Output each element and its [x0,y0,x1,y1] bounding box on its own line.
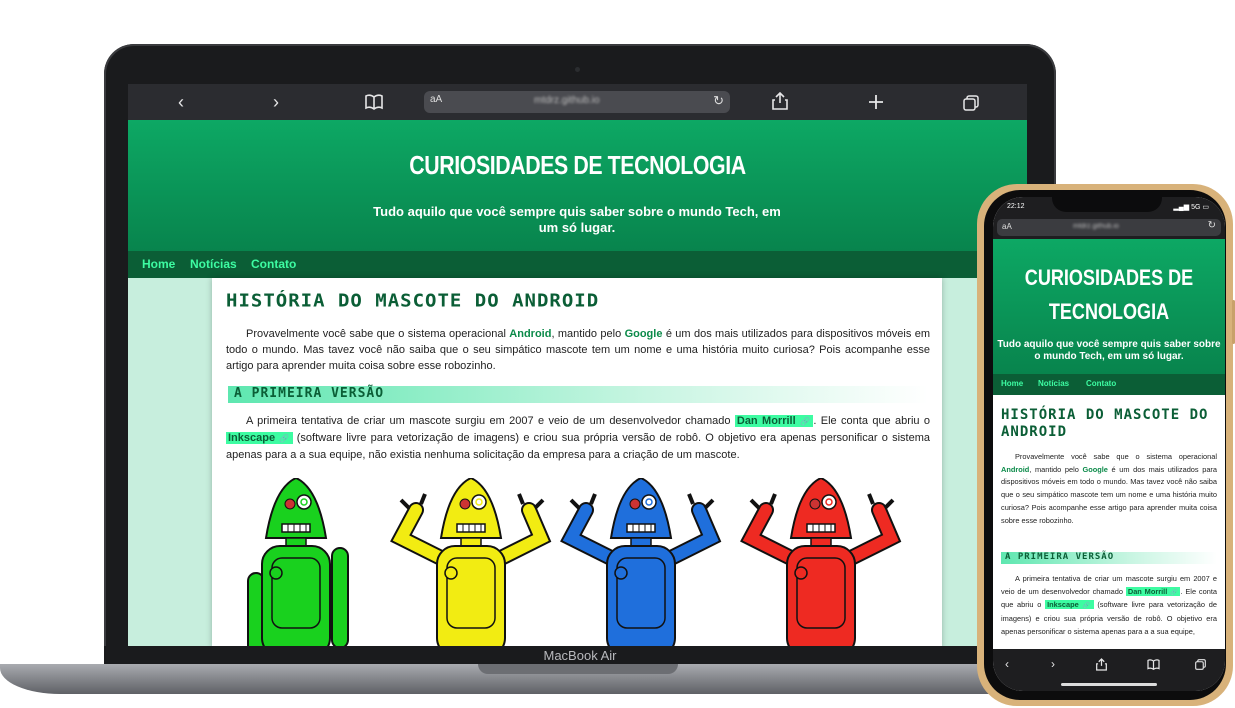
macbook-label: MacBook Air [543,648,617,663]
phone-address-toolbar: aA mtdrz.github.io ↻ [993,217,1225,239]
address-bar[interactable]: aA mtdrz.github.io ↻ [424,91,730,113]
inkscape-link[interactable]: Inkscape 🔗 [226,432,293,444]
phone-notch [1052,190,1162,212]
macbook-notch [478,664,678,674]
site-title: CURIOSIDADES DE TECNOLOGIA [409,150,746,180]
robot-1 [247,478,349,646]
phone-article-intro: Provavelmente você sabe que o sistema op… [1001,452,1218,525]
phone-browser-toolbar: ‹ › [993,649,1225,691]
home-indicator [1061,683,1157,686]
nav-home[interactable]: Home [142,257,175,271]
robot-4 [740,478,902,646]
section-paragraph: A primeira tentativa de criar um mascote… [226,415,931,461]
phone-book-icon[interactable] [1147,659,1160,673]
macbook-chin: MacBook Air [104,646,1056,666]
phone-share-icon[interactable] [1096,658,1107,674]
phone-address-bar[interactable]: aA mtdrz.github.io ↻ [997,219,1221,236]
phone-nav-noticias[interactable]: Notícias [1038,379,1069,388]
link-icon: 🔗 [1082,603,1092,610]
phone-site-nav: Home Notícias Contato [993,374,1225,395]
site-header: CURIOSIDADES DE TECNOLOGIA Tudo aquilo q… [128,120,1027,251]
tabs-icon[interactable] [963,93,979,117]
phone-site-title: CURIOSIDADES DE TECNOLOGIA [1024,265,1194,324]
dan-morrill-link[interactable]: Dan Morrill 🔗 [734,415,814,427]
android-link[interactable]: Android [509,328,551,340]
camera-dot [575,67,580,72]
robot-2 [390,478,552,646]
phone-dan-morrill-link[interactable]: Dan Morrill 🔗 [1125,586,1181,596]
url-text: mtdrz.github.io [534,95,600,106]
browser-toolbar: ‹ › aA mtdrz.github.io ↻ [128,84,1027,120]
article: HISTÓRIA DO MASCOTE DO ANDROID Provavelm… [212,278,942,646]
text-size-button[interactable]: aA [430,94,442,105]
link-icon: 🔗 [1170,589,1179,596]
section-heading: A PRIMEIRA VERSÃO [228,386,928,403]
book-icon[interactable] [365,92,383,116]
phone-forward-icon[interactable]: › [1051,657,1055,671]
phone-back-icon[interactable]: ‹ [1005,657,1009,671]
link-icon: 🔗 [279,434,291,443]
phone-tabs-icon[interactable] [1195,659,1206,673]
phone-time: 22:12 [1007,203,1025,210]
phone-site-subtitle: Tudo aquilo que você sempre quis saber s… [997,339,1221,362]
phone-android-link[interactable]: Android [1001,465,1029,474]
phone-reload-icon[interactable]: ↻ [1208,220,1216,231]
phone-text-size-button[interactable]: aA [1002,222,1012,231]
share-icon[interactable] [772,91,788,116]
site-nav: Home Notícias Contato [128,251,1027,278]
google-link[interactable]: Google [625,328,663,340]
phone-site-header: CURIOSIDADES DE TECNOLOGIA Tudo aquilo q… [993,239,1225,374]
phone-section-paragraph: A primeira tentativa de criar um mascote… [1001,574,1217,636]
article-title: HISTÓRIA DO MASCOTE DO ANDROID [226,290,600,312]
phone-inkscape-link[interactable]: Inkscape 🔗 [1045,600,1094,610]
nav-contato[interactable]: Contato [251,257,296,271]
robots-illustration [247,478,902,646]
forward-icon[interactable]: › [273,90,279,114]
iphone-screen: 22:12 ▂▄▆ 5G ▭ aA mtdrz.github.io ↻ CURI… [993,197,1225,691]
robot-3 [560,478,722,646]
phone-google-link[interactable]: Google [1082,465,1107,474]
phone-article-title: HISTÓRIA DO MASCOTE DO ANDROID [1001,407,1209,440]
phone-url-text: mtdrz.github.io [1073,223,1119,230]
back-icon[interactable]: ‹ [178,90,184,114]
link-icon: 🔗 [800,417,812,426]
phone-article: HISTÓRIA DO MASCOTE DO ANDROID Provavelm… [993,395,1225,649]
new-tab-icon[interactable] [868,92,884,116]
nav-noticias[interactable]: Notícias [190,257,237,271]
phone-section-heading: A PRIMEIRA VERSÃO [1001,552,1217,564]
phone-nav-contato[interactable]: Contato [1086,379,1116,388]
reload-icon[interactable]: ↻ [713,93,724,109]
site-subtitle: Tudo aquilo que você sempre quis saber s… [373,204,781,235]
signal-icon: ▂▄▆ 5G ▭ [1173,204,1209,211]
article-intro: Provavelmente você sabe que o sistema op… [226,328,930,372]
phone-nav-home[interactable]: Home [1001,379,1023,388]
macbook-screen: ‹ › aA mtdrz.github.io ↻ CURIOSIDADES DE… [128,84,1027,646]
